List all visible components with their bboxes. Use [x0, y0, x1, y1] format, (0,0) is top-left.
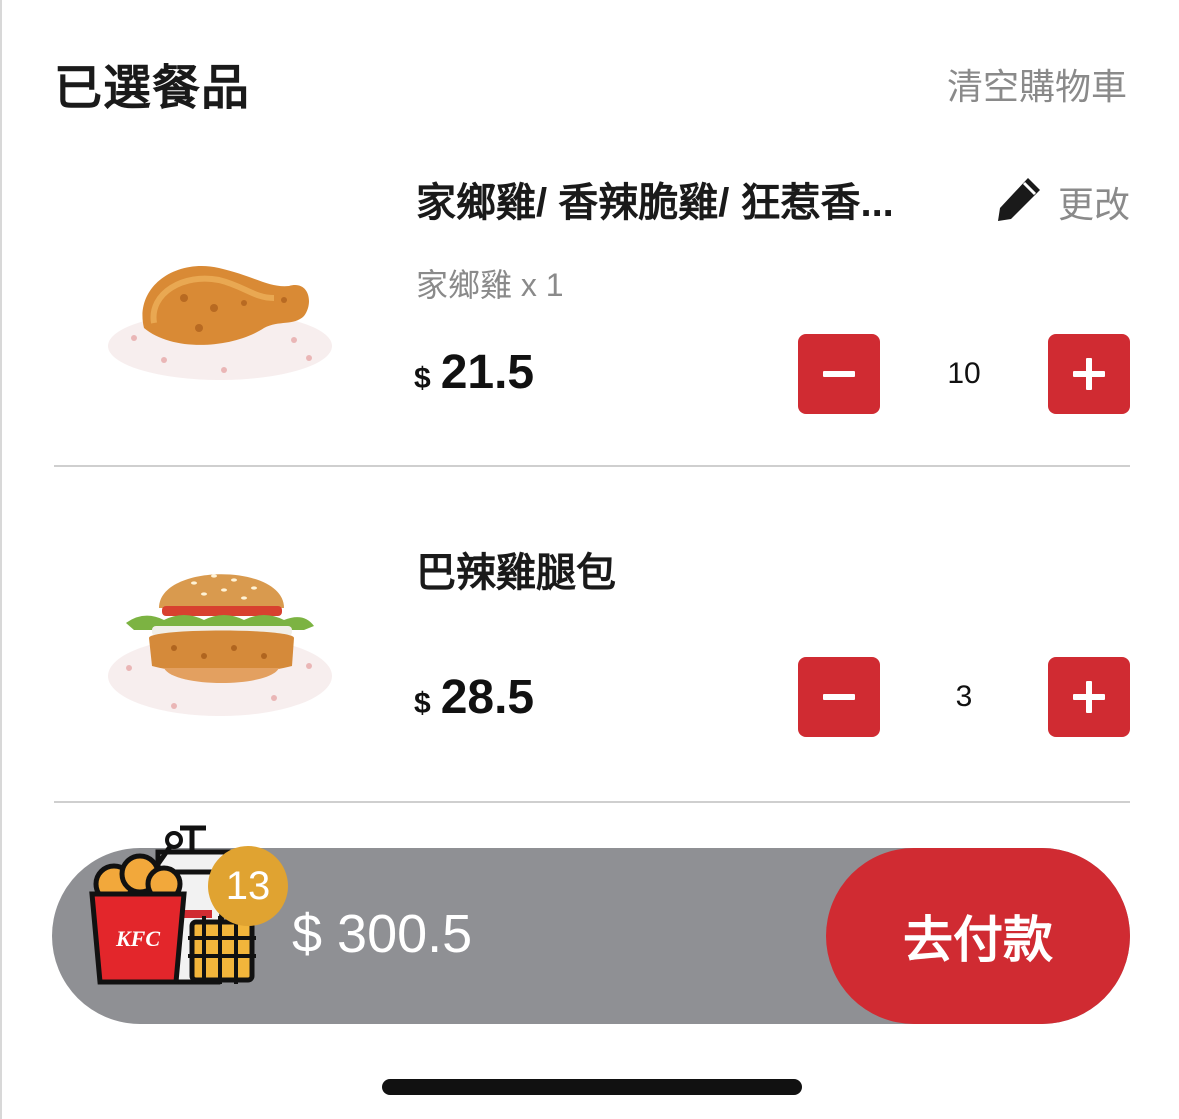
divider: [54, 801, 1130, 803]
quantity-value: 10: [947, 357, 981, 390]
divider: [54, 465, 1130, 467]
pencil-icon: [994, 174, 1044, 229]
increase-button[interactable]: [1048, 334, 1130, 414]
cart-total: $ 300.5: [292, 904, 473, 964]
price-amount: 28.5: [440, 671, 535, 724]
cart-page: 已選餐品 清空購物車 家鄉雞/ 香辣脆雞/ 狂惹香... 更改 家鄉雞 x 1 …: [0, 0, 1179, 1119]
item-name: 家鄉雞/ 香辣脆雞/ 狂惹香...: [416, 181, 894, 225]
page-title: 已選餐品: [54, 62, 251, 115]
edit-label: 更改: [1057, 183, 1130, 225]
item-price: $ 21.5: [414, 345, 534, 400]
home-indicator: [382, 1079, 802, 1095]
item-option: 家鄉雞 x 1: [416, 267, 564, 303]
decrease-button[interactable]: [798, 657, 880, 737]
cart-count-badge: 13: [208, 846, 288, 926]
increase-button[interactable]: [1048, 657, 1130, 737]
price-amount: 21.5: [440, 346, 535, 399]
item-name: 巴辣雞腿包: [416, 551, 616, 595]
cart-item: 巴辣雞腿包 $ 28.5 3: [54, 490, 1130, 802]
quantity-stepper: 3: [798, 657, 1130, 737]
quantity-stepper: 10: [798, 334, 1130, 414]
checkout-button[interactable]: 去付款: [826, 848, 1130, 1024]
minus-icon: [823, 694, 855, 700]
fried-chicken-image: [104, 228, 336, 388]
burger-image: [104, 548, 336, 716]
minus-icon: [823, 371, 855, 377]
item-price: $ 28.5: [414, 670, 534, 725]
decrease-button[interactable]: [798, 334, 880, 414]
currency-symbol: $: [414, 687, 431, 720]
cart-item: 家鄉雞/ 香辣脆雞/ 狂惹香... 更改 家鄉雞 x 1 $ 21.5 10: [54, 150, 1130, 466]
bucket-brand-label: KFC: [115, 926, 160, 951]
edit-item-button[interactable]: 更改: [994, 174, 1130, 229]
currency-symbol: $: [414, 362, 431, 395]
quantity-value: 3: [955, 680, 973, 713]
clear-cart-link[interactable]: 清空購物車: [947, 58, 1127, 110]
